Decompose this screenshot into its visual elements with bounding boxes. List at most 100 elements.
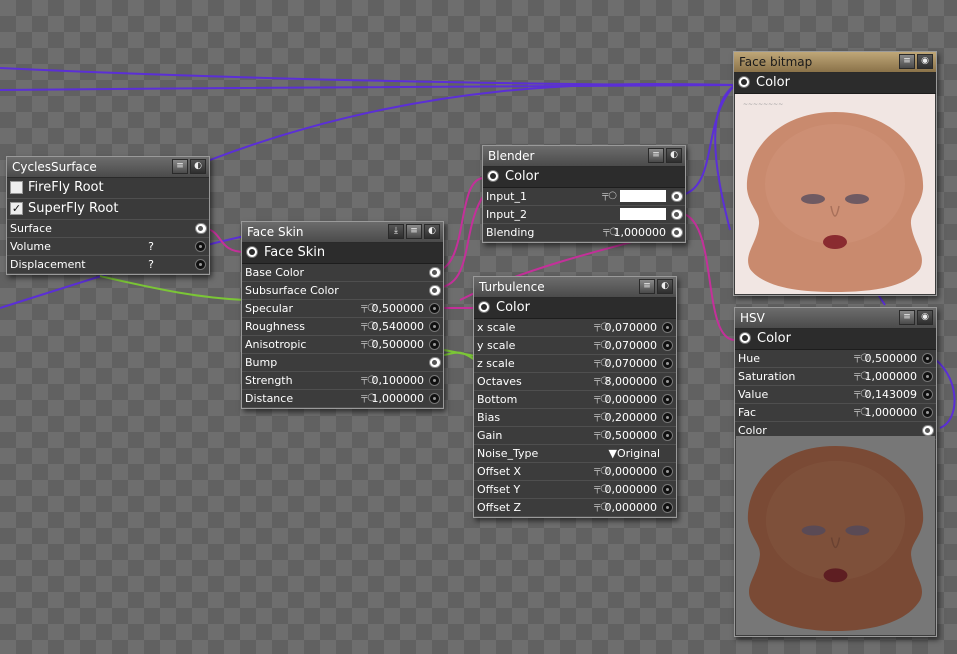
node-menu-icon[interactable]: ≡ bbox=[899, 310, 915, 325]
blending-row[interactable]: Blending ╤○ 1,000000 bbox=[483, 224, 685, 242]
row-value[interactable]: 0,070000 bbox=[605, 339, 658, 352]
node-menu-icon[interactable]: ≡ bbox=[172, 159, 188, 174]
input-socket[interactable] bbox=[922, 353, 933, 364]
node-preview-icon[interactable]: ◐ bbox=[190, 159, 206, 174]
value-row[interactable]: Value ╤○ 0,143009 bbox=[735, 386, 936, 404]
input-2-row[interactable]: Input_2 bbox=[483, 206, 685, 224]
offset-z-row[interactable]: Offset Z ╤○ 0,000000 bbox=[474, 499, 676, 517]
hue-row[interactable]: Hue ╤○ 0,500000 bbox=[735, 350, 936, 368]
input-socket[interactable] bbox=[662, 430, 673, 441]
firefly-root-checkbox[interactable] bbox=[10, 181, 23, 194]
gain-row[interactable]: Gain ╤○ 0,500000 bbox=[474, 427, 676, 445]
output-socket[interactable] bbox=[738, 76, 750, 88]
node-menu-icon[interactable]: ≡ bbox=[639, 279, 655, 294]
row-value[interactable]: 1,000000 bbox=[865, 370, 918, 383]
hsv-node[interactable]: HSV ≡ ◉ Color Hue ╤○ 0,500000 Saturation… bbox=[734, 307, 937, 637]
displacement-input-row[interactable]: Displacement ? bbox=[7, 256, 209, 274]
output-socket[interactable] bbox=[487, 170, 499, 182]
cycles-surface-node[interactable]: CyclesSurface ≡ ◐ FireFly Root ✓ SuperFl… bbox=[6, 156, 210, 275]
face-bitmap-node[interactable]: Face bitmap ≡ ◉ Color ~~~~~~~~ bbox=[733, 51, 937, 296]
input-socket[interactable] bbox=[195, 223, 207, 234]
input-socket[interactable] bbox=[662, 322, 673, 333]
input-socket[interactable] bbox=[662, 376, 673, 387]
firefly-root-row[interactable]: FireFly Root bbox=[7, 178, 209, 199]
node-menu-icon[interactable]: ≡ bbox=[648, 148, 664, 163]
node-preview-icon[interactable]: ◐ bbox=[666, 148, 682, 163]
fac-row[interactable]: Fac ╤○ 1,000000 bbox=[735, 404, 936, 422]
output-socket[interactable] bbox=[478, 301, 490, 313]
input-socket[interactable] bbox=[662, 358, 673, 369]
superfly-root-checkbox[interactable]: ✓ bbox=[10, 202, 23, 215]
input-socket[interactable] bbox=[922, 389, 933, 400]
input-socket[interactable] bbox=[662, 502, 673, 513]
offset-y-row[interactable]: Offset Y ╤○ 0,000000 bbox=[474, 481, 676, 499]
input-socket[interactable] bbox=[429, 321, 440, 332]
face-skin-title-bar[interactable]: Face Skin ⤓ ≡ ◐ bbox=[242, 222, 443, 243]
color-swatch[interactable] bbox=[620, 208, 666, 220]
save-icon[interactable]: ⤓ bbox=[388, 224, 404, 239]
input-socket[interactable] bbox=[429, 339, 440, 350]
input-socket[interactable] bbox=[662, 484, 673, 495]
row-value[interactable]: 0,500000 bbox=[372, 302, 425, 315]
eye-icon[interactable]: ◉ bbox=[917, 310, 933, 325]
input-socket[interactable] bbox=[671, 191, 683, 202]
eye-icon[interactable]: ◉ bbox=[917, 54, 933, 69]
row-value[interactable]: 0,070000 bbox=[605, 321, 658, 334]
row-value[interactable]: 0,540000 bbox=[372, 320, 425, 333]
roughness-row[interactable]: Roughness ╤○ 0,540000 bbox=[242, 318, 443, 336]
row-value[interactable]: 0,500000 bbox=[605, 429, 658, 442]
input-socket[interactable] bbox=[429, 285, 441, 296]
row-value[interactable]: 1,000000 bbox=[372, 392, 425, 405]
row-value[interactable]: 1,000000 bbox=[614, 226, 667, 239]
distance-row[interactable]: Distance ╤○ 1,000000 bbox=[242, 390, 443, 408]
bias-row[interactable]: Bias ╤○ 0,200000 bbox=[474, 409, 676, 427]
volume-input-row[interactable]: Volume ? bbox=[7, 238, 209, 256]
row-value[interactable]: 0,100000 bbox=[372, 374, 425, 387]
input-socket[interactable] bbox=[429, 393, 440, 404]
input-socket[interactable] bbox=[195, 259, 206, 270]
turbulence-node[interactable]: Turbulence ≡ ◐ Color x scale ╤○ 0,070000… bbox=[473, 276, 677, 518]
node-menu-icon[interactable]: ≡ bbox=[899, 54, 915, 69]
input-socket[interactable] bbox=[662, 340, 673, 351]
surface-input-row[interactable]: Surface bbox=[7, 220, 209, 238]
face-bitmap-output-header[interactable]: Color bbox=[734, 73, 936, 94]
input-1-row[interactable]: Input_1 ╤○ bbox=[483, 188, 685, 206]
row-value[interactable]: 0,000000 bbox=[605, 393, 658, 406]
input-socket[interactable] bbox=[662, 394, 673, 405]
offset-x-row[interactable]: Offset X ╤○ 0,000000 bbox=[474, 463, 676, 481]
row-value[interactable]: 0,143009 bbox=[865, 388, 918, 401]
row-value[interactable]: 0,500000 bbox=[372, 338, 425, 351]
input-socket[interactable] bbox=[922, 407, 933, 418]
y-scale-row[interactable]: y scale ╤○ 0,070000 bbox=[474, 337, 676, 355]
output-socket[interactable] bbox=[739, 332, 751, 344]
hsv-title-bar[interactable]: HSV ≡ ◉ bbox=[735, 308, 936, 329]
saturation-row[interactable]: Saturation ╤○ 1,000000 bbox=[735, 368, 936, 386]
superfly-root-row[interactable]: ✓ SuperFly Root bbox=[7, 199, 209, 220]
turbulence-output-header[interactable]: Color bbox=[474, 298, 676, 319]
input-socket[interactable] bbox=[429, 357, 441, 368]
blender-title-bar[interactable]: Blender ≡ ◐ bbox=[483, 146, 685, 167]
row-value[interactable]: 0,000000 bbox=[605, 465, 658, 478]
hsv-output-header[interactable]: Color bbox=[735, 329, 936, 350]
input-socket[interactable] bbox=[671, 209, 683, 220]
input-socket[interactable] bbox=[195, 241, 206, 252]
input-socket[interactable] bbox=[429, 267, 441, 278]
color-swatch[interactable] bbox=[620, 190, 666, 202]
row-value[interactable]: 0,000000 bbox=[605, 501, 658, 514]
anisotropic-row[interactable]: Anisotropic ╤○ 0,500000 bbox=[242, 336, 443, 354]
output-socket[interactable] bbox=[246, 246, 258, 258]
key-icon[interactable]: ╤○ bbox=[602, 190, 617, 201]
row-value[interactable]: 8,000000 bbox=[605, 375, 658, 388]
subsurface-color-row[interactable]: Subsurface Color bbox=[242, 282, 443, 300]
row-value[interactable]: 0,000000 bbox=[605, 483, 658, 496]
strength-row[interactable]: Strength ╤○ 0,100000 bbox=[242, 372, 443, 390]
row-value[interactable]: 0,070000 bbox=[605, 357, 658, 370]
specular-row[interactable]: Specular ╤○ 0,500000 bbox=[242, 300, 443, 318]
x-scale-row[interactable]: x scale ╤○ 0,070000 bbox=[474, 319, 676, 337]
z-scale-row[interactable]: z scale ╤○ 0,070000 bbox=[474, 355, 676, 373]
bottom-row[interactable]: Bottom ╤○ 0,000000 bbox=[474, 391, 676, 409]
input-socket[interactable] bbox=[662, 412, 673, 423]
node-menu-icon[interactable]: ≡ bbox=[406, 224, 422, 239]
input-socket[interactable] bbox=[429, 303, 440, 314]
face-skin-node[interactable]: Face Skin ⤓ ≡ ◐ Face Skin Base Color Sub… bbox=[241, 221, 444, 409]
